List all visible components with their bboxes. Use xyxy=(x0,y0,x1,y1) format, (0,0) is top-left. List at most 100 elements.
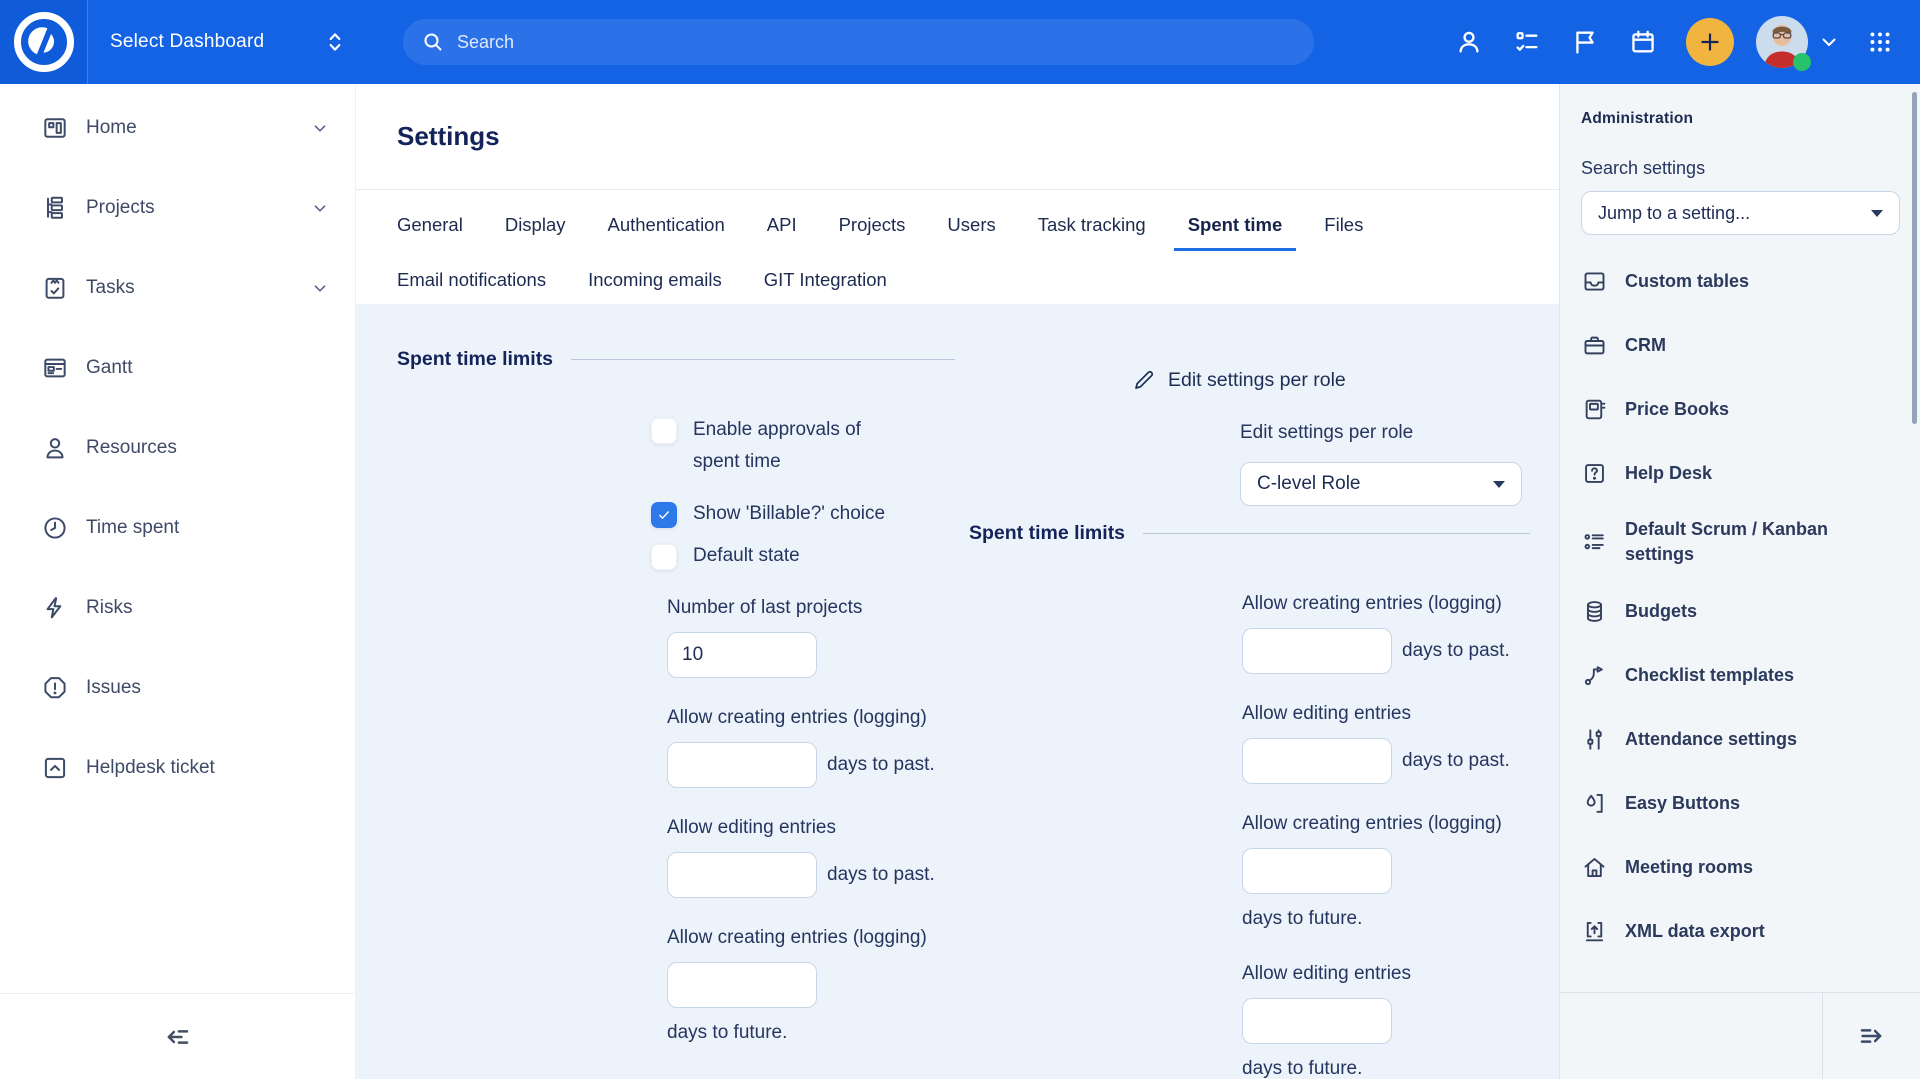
lightning-icon xyxy=(40,593,70,623)
gantt-icon xyxy=(40,353,70,383)
house-icon xyxy=(1581,854,1608,881)
sidebar-item-time-spent[interactable]: Time spent xyxy=(0,488,355,568)
tabs-row-1: General Display Authentication API Proje… xyxy=(395,206,1559,251)
admin-item-label: Easy Buttons xyxy=(1625,791,1867,816)
admin-item-budgets[interactable]: Budgets xyxy=(1581,591,1900,631)
tab-spent-time[interactable]: Spent time xyxy=(1174,206,1297,251)
field-label: Allow creating entries (logging) xyxy=(1242,588,1518,620)
ticket-up-icon xyxy=(40,753,70,783)
checkbox-default-state[interactable]: Default state xyxy=(651,542,911,572)
sidebar-item-gantt[interactable]: Gantt xyxy=(0,328,355,408)
expand-admin-sidebar-button[interactable] xyxy=(1822,993,1920,1079)
admin-item-scrum-kanban[interactable]: Default Scrum / Kanban settings xyxy=(1581,517,1900,567)
scrollbar-thumb[interactable] xyxy=(1912,92,1917,424)
dashboard-icon xyxy=(40,113,70,143)
tab-users[interactable]: Users xyxy=(945,206,997,251)
dashboard-selector[interactable]: Select Dashboard xyxy=(110,29,348,55)
checkbox-checked[interactable] xyxy=(651,502,677,528)
tab-display[interactable]: Display xyxy=(503,206,568,251)
chevron-down-icon xyxy=(309,277,331,299)
admin-item-crm[interactable]: CRM xyxy=(1581,325,1900,365)
easy-button-icon xyxy=(1581,790,1608,817)
field-suffix: days to past. xyxy=(1402,636,1510,666)
help-square-icon xyxy=(1581,460,1608,487)
administration-footer xyxy=(1560,992,1920,1079)
admin-item-help-desk[interactable]: Help Desk xyxy=(1581,453,1900,493)
role-creating-past-input[interactable] xyxy=(1242,628,1392,674)
tab-git-integration[interactable]: GIT Integration xyxy=(762,261,889,306)
checkbox-unchecked[interactable] xyxy=(651,418,677,444)
allow-creating-past-input[interactable] xyxy=(667,742,817,788)
sidebar-item-helpdesk-ticket[interactable]: Helpdesk ticket xyxy=(0,728,355,808)
admin-item-checklist-templates[interactable]: Checklist templates xyxy=(1581,655,1900,695)
number-of-last-projects-input[interactable] xyxy=(667,632,817,678)
sidebar-item-projects[interactable]: Projects xyxy=(0,168,355,248)
online-status-dot xyxy=(1793,53,1811,71)
checkbox-unchecked[interactable] xyxy=(651,544,677,570)
user-avatar[interactable] xyxy=(1756,16,1808,68)
allow-editing-past-input[interactable] xyxy=(667,852,817,898)
checkbox-show-billable[interactable]: Show 'Billable?' choice xyxy=(651,500,911,530)
search-input[interactable] xyxy=(457,32,1296,53)
role-editing-future-input[interactable] xyxy=(1242,998,1392,1044)
field-suffix: days to past. xyxy=(827,860,935,890)
checklist-icon xyxy=(1513,28,1541,56)
expand-right-icon xyxy=(1857,1021,1887,1051)
edit-settings-per-role-link[interactable]: Edit settings per role xyxy=(1132,368,1346,392)
export-up-icon xyxy=(1581,918,1608,945)
tab-email-notifications[interactable]: Email notifications xyxy=(395,261,548,306)
sidebar-item-issues[interactable]: Issues xyxy=(0,648,355,728)
tab-task-tracking[interactable]: Task tracking xyxy=(1036,206,1148,251)
tab-api[interactable]: API xyxy=(765,206,799,251)
easy-project-logo-icon xyxy=(13,11,75,73)
tab-files[interactable]: Files xyxy=(1322,206,1365,251)
tab-authentication[interactable]: Authentication xyxy=(606,206,727,251)
flag-button[interactable] xyxy=(1556,13,1614,71)
role-spent-time-limits-heading: Spent time limits xyxy=(969,522,1530,545)
admin-item-price-books[interactable]: Price Books xyxy=(1581,389,1900,429)
sidebar-item-risks[interactable]: Risks xyxy=(0,568,355,648)
plus-icon xyxy=(1697,29,1723,55)
tray-icon xyxy=(1581,268,1608,295)
person-icon xyxy=(1455,28,1483,56)
calendar-button[interactable] xyxy=(1614,13,1672,71)
role-creating-future-input[interactable] xyxy=(1242,848,1392,894)
checkbox-enable-approvals[interactable]: Enable approvals of spent time xyxy=(651,416,911,478)
admin-item-xml-data-export[interactable]: XML data export xyxy=(1581,911,1900,951)
global-search xyxy=(403,19,1314,65)
page-title: Settings xyxy=(397,121,500,152)
admin-item-attendance-settings[interactable]: Attendance settings xyxy=(1581,719,1900,759)
admin-item-meeting-rooms[interactable]: Meeting rooms xyxy=(1581,847,1900,887)
tab-general[interactable]: General xyxy=(395,206,465,251)
collapse-sidebar-button[interactable] xyxy=(149,1009,205,1065)
tab-projects[interactable]: Projects xyxy=(837,206,908,251)
sidebar-item-label: Home xyxy=(86,117,309,139)
sidebar-item-home[interactable]: Home xyxy=(0,88,355,168)
field-label: Allow editing entries xyxy=(667,812,943,844)
admin-item-easy-buttons[interactable]: Easy Buttons xyxy=(1581,783,1900,823)
administration-title: Administration xyxy=(1581,110,1900,128)
account-menu-button[interactable] xyxy=(1808,13,1850,71)
profile-button[interactable] xyxy=(1440,13,1498,71)
tab-incoming-emails[interactable]: Incoming emails xyxy=(586,261,724,306)
field-suffix: days to past. xyxy=(1402,746,1510,776)
section-rule xyxy=(571,359,955,360)
notebook-icon xyxy=(1581,396,1608,423)
role-select[interactable]: C-level Role xyxy=(1240,462,1522,506)
jump-to-setting-select[interactable]: Jump to a setting... xyxy=(1581,191,1900,235)
sidebar-item-label: Resources xyxy=(86,437,331,459)
admin-item-custom-tables[interactable]: Custom tables xyxy=(1581,261,1900,301)
administration-list: Custom tables CRM Price Books Help Desk xyxy=(1581,261,1900,951)
sidebar-item-tasks[interactable]: Tasks xyxy=(0,248,355,328)
allow-creating-future-input[interactable] xyxy=(667,962,817,1008)
sidebar-item-resources[interactable]: Resources xyxy=(0,408,355,488)
apps-grid-button[interactable] xyxy=(1850,13,1910,71)
todo-button[interactable] xyxy=(1498,13,1556,71)
app-logo[interactable] xyxy=(0,0,88,84)
dropdown-caret-icon xyxy=(1493,481,1505,488)
role-editing-past-input[interactable] xyxy=(1242,738,1392,784)
checkbox-label: Enable approvals of spent time xyxy=(693,414,905,478)
field-allow-creating-past: Allow creating entries (logging) days to… xyxy=(667,702,943,788)
field-role-editing-past: Allow editing entries days to past. xyxy=(1242,698,1518,784)
create-new-button[interactable] xyxy=(1686,18,1734,66)
